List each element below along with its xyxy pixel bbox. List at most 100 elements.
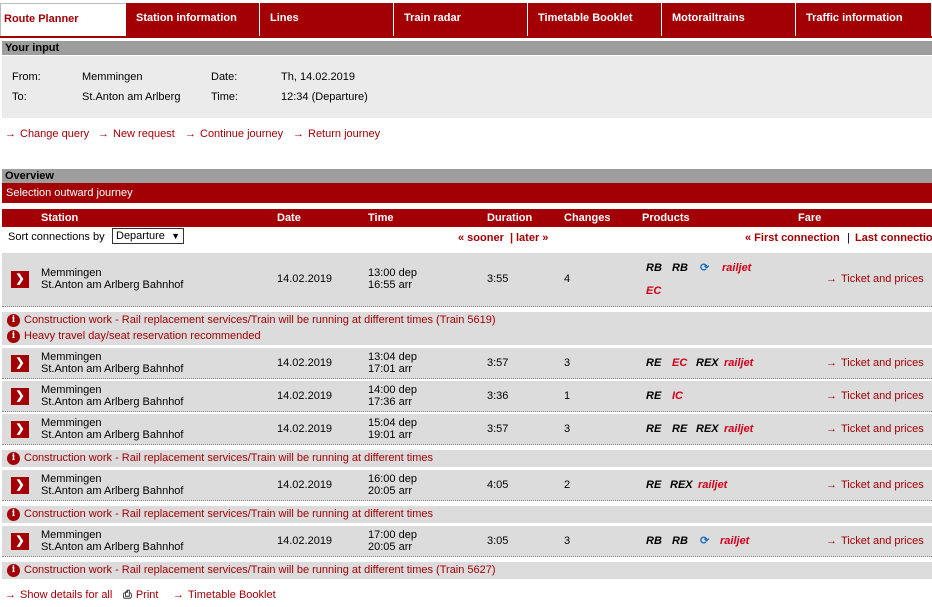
chevron-down-icon: ▼ — [171, 231, 180, 241]
notice-construction: i Construction work - Rail replacement se… — [2, 450, 932, 467]
tab-train-radar[interactable]: Train radar — [394, 3, 528, 36]
tab-timetable-booklet[interactable]: Timetable Booklet — [528, 3, 662, 36]
product-rb: RB — [672, 535, 688, 547]
col-date: Date — [277, 212, 301, 224]
timetable-booklet-link[interactable]: → Timetable Booklet — [173, 589, 276, 601]
departure-time: 17:00 dep — [368, 529, 417, 541]
duration: 3:05 — [487, 535, 509, 547]
from-station: Memmingen — [41, 267, 102, 279]
departure-time: 15:04 dep — [368, 417, 417, 429]
departure-time: 13:00 dep — [368, 267, 417, 279]
date-value: Th, 14.02.2019 — [281, 71, 356, 83]
your-input-panel: From: Memmingen Date: Th, 14.02.2019 To:… — [2, 56, 932, 118]
expand-icon[interactable]: ❯ — [11, 388, 29, 405]
changes: 3 — [564, 535, 571, 547]
to-station: St.Anton am Arlberg Bahnhof — [41, 279, 184, 291]
col-products: Products — [642, 212, 690, 224]
first-connection-link[interactable]: « First connection — [745, 232, 840, 244]
duration: 3:57 — [487, 357, 509, 369]
arrival-time: 16:55 arr — [368, 279, 413, 291]
product-railjet: railjet — [724, 357, 754, 369]
arrow-right-icon: → — [293, 128, 304, 140]
arrival-time: 20:05 arr — [368, 485, 413, 497]
expand-icon[interactable]: ❯ — [11, 477, 29, 494]
ticket-prices-link[interactable]: → Ticket and prices — [826, 390, 924, 402]
from-label: From: — [12, 71, 41, 83]
ticket-prices-link[interactable]: → Ticket and prices — [826, 423, 924, 435]
connection-row[interactable]: ❯ Memmingen St.Anton am Arlberg Bahnhof … — [2, 381, 932, 412]
tab-motorailtrains[interactable]: Motorailtrains — [662, 3, 796, 36]
pager-separator: | — [510, 232, 514, 244]
date: 14.02.2019 — [277, 273, 333, 285]
duration: 3:55 — [487, 273, 509, 285]
arrival-time: 20:05 arr — [368, 541, 413, 553]
from-station: Memmingen — [41, 384, 102, 396]
arrow-right-icon: → — [98, 128, 109, 140]
changes: 4 — [564, 273, 571, 285]
arrow-right-icon: → — [826, 390, 837, 402]
arrow-right-icon: → — [185, 128, 196, 140]
to-value: St.Anton am Arlberg — [82, 91, 181, 103]
arrow-right-icon: → — [826, 479, 837, 491]
to-label: To: — [12, 91, 27, 103]
to-station: St.Anton am Arlberg Bahnhof — [41, 429, 184, 441]
sort-select[interactable]: Departure ▼ — [112, 228, 184, 244]
continue-journey-link[interactable]: → Continue journey — [185, 128, 283, 140]
connection-row[interactable]: ❯ Memmingen St.Anton am Arlberg Bahnhof … — [2, 526, 932, 557]
print-link[interactable]: ⎙ Print — [123, 589, 158, 602]
pager-separator: | — [847, 232, 850, 244]
arrow-right-icon: → — [826, 535, 837, 547]
expand-icon[interactable]: ❯ — [11, 355, 29, 372]
change-query-link[interactable]: → Change query — [5, 128, 89, 140]
product-railjet: railjet — [720, 535, 750, 547]
return-journey-link[interactable]: → Return journey — [293, 128, 380, 140]
tab-lines[interactable]: Lines — [260, 3, 394, 36]
last-connection-link[interactable]: Last connectio — [855, 232, 932, 244]
sort-label: Sort connections by — [8, 231, 105, 243]
product-rb: RB — [646, 535, 662, 547]
ticket-prices-link[interactable]: → Ticket and prices — [826, 535, 924, 547]
nav-underline — [0, 36, 932, 38]
notice-construction: i Construction work - Rail replacement se… — [2, 562, 932, 579]
tab-route-planner[interactable]: Route Planner — [0, 3, 126, 36]
arrival-time: 19:01 arr — [368, 429, 413, 441]
product-rex: REX — [696, 423, 719, 435]
show-details-all-link[interactable]: → Show details for all — [5, 589, 112, 601]
connection-row[interactable]: ❯ Memmingen St.Anton am Arlberg Bahnhof … — [2, 470, 932, 501]
connection-row[interactable]: ❯ Memmingen St.Anton am Arlberg Bahnhof … — [2, 348, 932, 379]
product-re: RE — [646, 357, 662, 369]
product-railjet: railjet — [698, 479, 728, 491]
notice-construction: i Construction work - Rail replacement se… — [2, 506, 932, 523]
product-rex: REX — [670, 479, 693, 491]
expand-icon[interactable]: ❯ — [11, 271, 29, 288]
product-ec: EC — [672, 357, 688, 369]
sbahn-icon: ⟳ — [700, 262, 710, 274]
arrow-right-icon: → — [5, 589, 16, 601]
connection-row[interactable]: ❯ Memmingen St.Anton am Arlberg Bahnhof … — [2, 414, 932, 445]
expand-icon[interactable]: ❯ — [11, 533, 29, 550]
ticket-prices-link[interactable]: → Ticket and prices — [826, 357, 924, 369]
connection-row[interactable]: ❯ Memmingen St.Anton am Arlberg Bahnhof … — [2, 253, 932, 307]
from-station: Memmingen — [41, 351, 102, 363]
col-duration: Duration — [487, 212, 533, 224]
ticket-prices-link[interactable]: → Ticket and prices — [826, 273, 924, 285]
main-nav-tabs: Route Planner Station information Lines … — [0, 3, 932, 36]
from-station: Memmingen — [41, 529, 102, 541]
sooner-link[interactable]: « sooner — [458, 232, 504, 244]
ticket-prices-link[interactable]: → Ticket and prices — [826, 479, 924, 491]
tab-traffic-information[interactable]: Traffic information — [796, 3, 932, 36]
product-re: RE — [646, 479, 662, 491]
later-link[interactable]: later » — [516, 232, 548, 244]
departure-time: 14:00 dep — [368, 384, 417, 396]
your-input-heading: Your input — [2, 41, 932, 55]
from-value: Memmingen — [82, 71, 143, 83]
tab-station-information[interactable]: Station information — [126, 3, 260, 36]
col-fare: Fare — [798, 212, 822, 224]
expand-icon[interactable]: ❯ — [11, 421, 29, 438]
arrival-time: 17:36 arr — [368, 396, 413, 408]
to-station: St.Anton am Arlberg Bahnhof — [41, 363, 184, 375]
new-request-link[interactable]: → New request — [98, 128, 175, 140]
from-station: Memmingen — [41, 417, 102, 429]
arrow-right-icon: → — [173, 589, 184, 601]
sort-row: Sort connections by Departure ▼ « sooner … — [2, 228, 932, 248]
